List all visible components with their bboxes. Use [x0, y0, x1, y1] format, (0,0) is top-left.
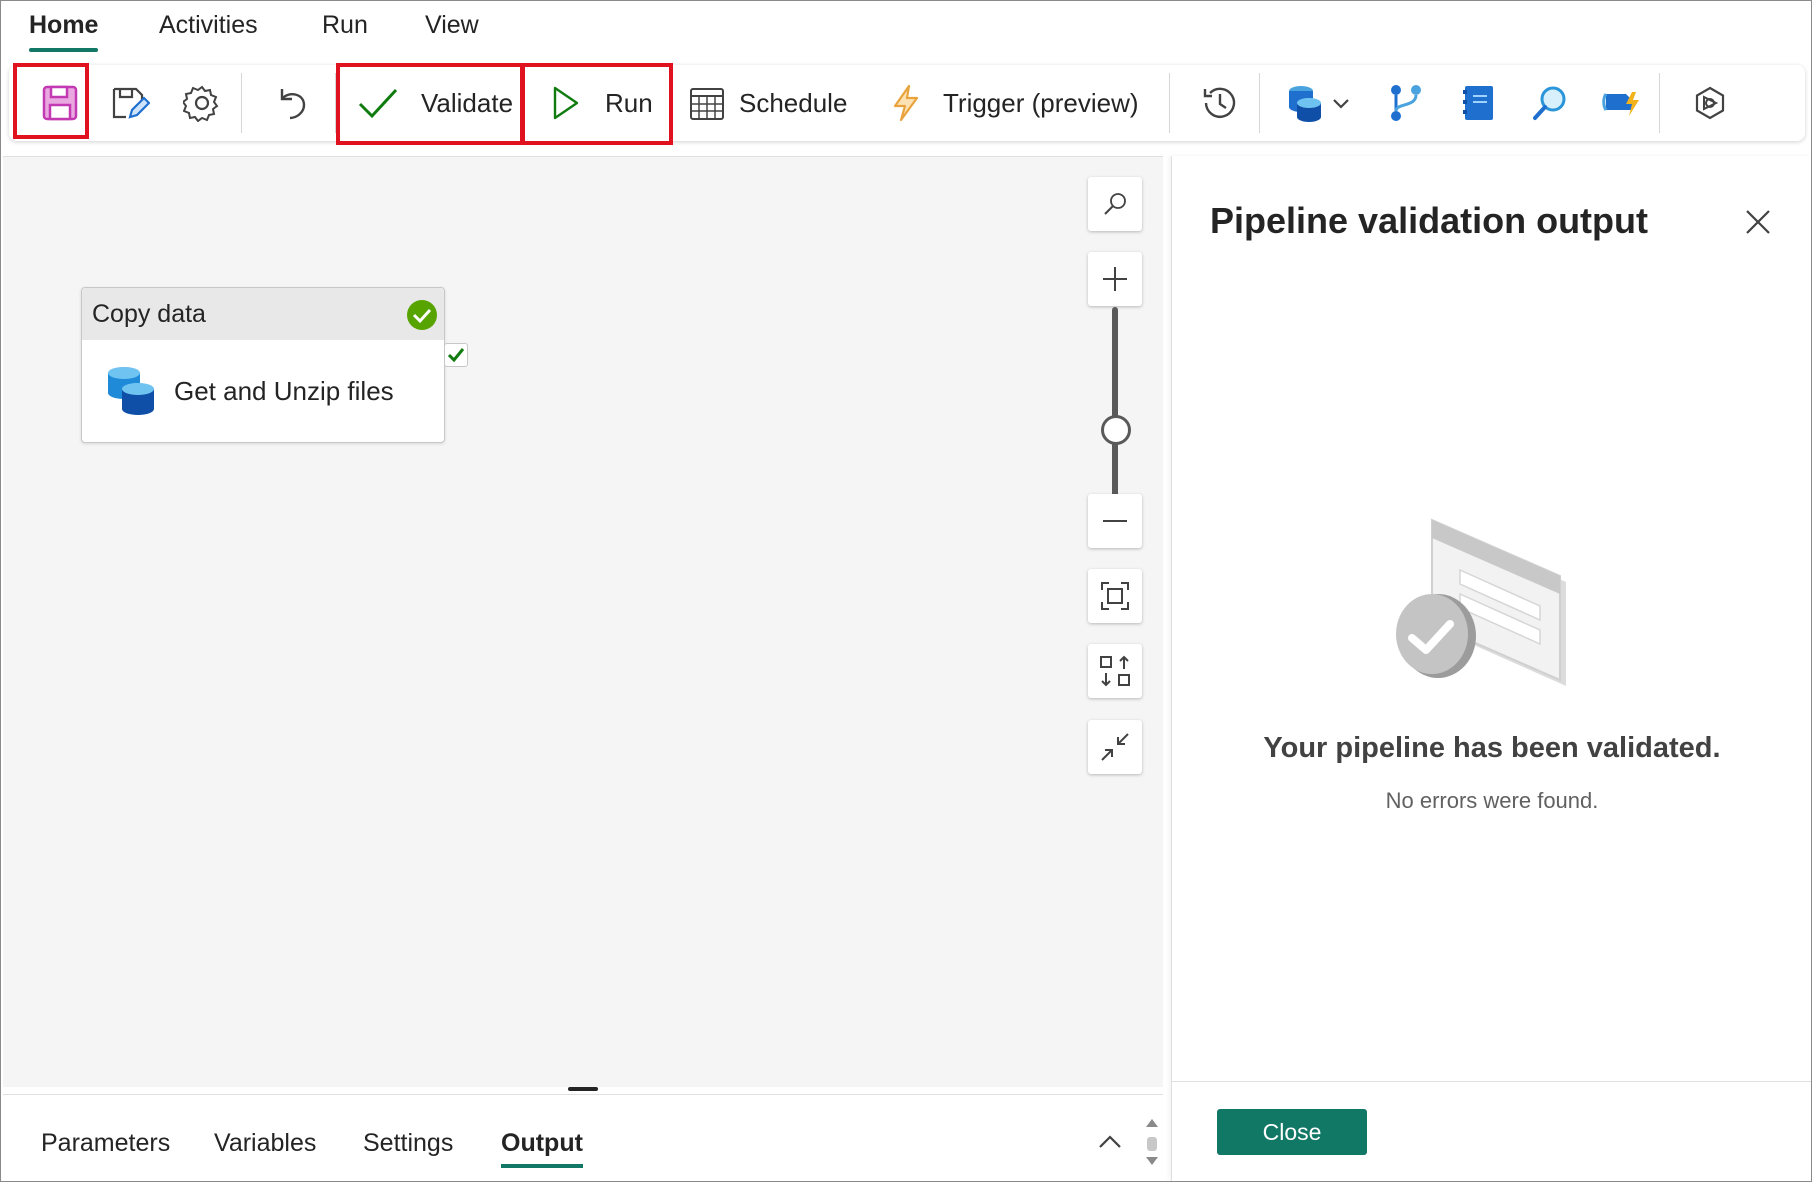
notebook-icon: [1463, 86, 1493, 120]
dataflow-icon: [1602, 92, 1639, 116]
calendar-icon: [690, 88, 724, 120]
validation-output-panel: Pipeline validation output Your pipeline…: [1171, 156, 1811, 1181]
notebook-button[interactable]: [1451, 65, 1505, 141]
close-icon[interactable]: [1744, 208, 1772, 236]
toolbar-separator: [1659, 73, 1660, 133]
history-icon: [1203, 87, 1236, 118]
branch-button[interactable]: [1379, 65, 1433, 141]
copilot-icon: [1695, 86, 1725, 120]
pipeline-canvas[interactable]: Copy data Get and Unzip files: [3, 156, 1163, 1087]
edit-pipeline-icon: [112, 87, 150, 119]
activity-name: Get and Unzip files: [174, 375, 394, 406]
tab-output[interactable]: Output: [501, 1129, 583, 1168]
settings-gear-icon: [183, 85, 219, 122]
schedule-button[interactable]: Schedule: [689, 65, 847, 141]
zoom-in-button[interactable]: [1088, 252, 1142, 306]
validation-message-title: Your pipeline has been validated.: [1263, 732, 1721, 764]
activity-type-label: Copy data: [92, 299, 206, 328]
view-run-history-button[interactable]: [1193, 65, 1247, 141]
close-button[interactable]: Close: [1217, 1109, 1367, 1155]
tab-view[interactable]: View: [425, 11, 479, 40]
lookup-button[interactable]: [1523, 65, 1577, 141]
success-check-icon: [407, 300, 437, 330]
run-highlight-box: [521, 63, 673, 145]
app-window: Home Activities Run View Validate Run Sc…: [0, 0, 1812, 1182]
minimize-button[interactable]: [1088, 720, 1142, 774]
copilot-button[interactable]: [1683, 65, 1737, 141]
on-success-connector[interactable]: [444, 343, 468, 367]
validated-illustration: [1396, 518, 1566, 686]
tab-settings[interactable]: Settings: [363, 1129, 453, 1158]
branch-icon: [1391, 85, 1421, 121]
database-icon: [1289, 86, 1321, 122]
auto-align-button[interactable]: [1088, 644, 1142, 698]
chevron-down-icon: [1333, 99, 1349, 109]
search-icon: [1533, 86, 1566, 120]
activity-body: Get and Unzip files: [82, 340, 444, 442]
plus-icon: [1103, 267, 1127, 291]
tab-run[interactable]: Run: [322, 11, 368, 40]
zoom-to-fit-button[interactable]: [1088, 569, 1142, 623]
settings-button[interactable]: [175, 65, 229, 141]
trigger-label: Trigger (preview): [943, 87, 1139, 118]
fit-to-screen-icon: [1101, 582, 1129, 610]
undo-icon: [280, 89, 306, 120]
copy-data-icon: [108, 367, 154, 415]
tab-home[interactable]: Home: [29, 11, 99, 52]
save-highlight-box: [13, 63, 89, 139]
trigger-button[interactable]: Trigger (preview): [891, 65, 1139, 141]
save-as-button[interactable]: [103, 65, 157, 141]
search-icon: [1104, 193, 1126, 215]
toolbar-separator: [1169, 73, 1170, 133]
tab-variables[interactable]: Variables: [214, 1129, 316, 1158]
tab-parameters[interactable]: Parameters: [41, 1129, 170, 1158]
toolbar-separator: [1259, 73, 1260, 133]
collapse-arrows-icon: [1101, 733, 1129, 761]
zoom-slider-thumb[interactable]: [1101, 415, 1131, 445]
undo-button[interactable]: [265, 65, 319, 141]
menu-tabs: Home Activities Run View: [1, 1, 1811, 57]
activity-header: Copy data: [82, 288, 444, 340]
canvas-search-button[interactable]: [1088, 177, 1142, 231]
chevron-up-icon[interactable]: [1097, 1133, 1123, 1151]
minus-icon: [1103, 520, 1127, 522]
validation-message-subtitle: No errors were found.: [1385, 788, 1599, 813]
panel-scrollbar[interactable]: [1145, 1117, 1159, 1177]
auto-align-icon: [1100, 655, 1130, 687]
dataflow-button[interactable]: [1595, 65, 1649, 141]
add-activity-dropdown[interactable]: [1287, 65, 1351, 141]
resize-handle[interactable]: [568, 1087, 598, 1091]
toolbar-separator: [241, 73, 242, 133]
tab-activities[interactable]: Activities: [159, 11, 258, 40]
bottom-panel-tabs: Parameters Variables Settings Output: [3, 1087, 1163, 1181]
validate-highlight-box: [336, 63, 524, 145]
copy-data-activity[interactable]: Copy data Get and Unzip files: [81, 287, 445, 443]
connector-check-icon: [447, 348, 465, 363]
zoom-slider-track[interactable]: [1112, 307, 1118, 502]
schedule-label: Schedule: [739, 87, 848, 118]
panel-title: Pipeline validation output: [1210, 200, 1649, 241]
lightning-icon: [893, 84, 919, 122]
panel-footer-divider: [1172, 1081, 1811, 1082]
zoom-out-button[interactable]: [1088, 494, 1142, 548]
toolbar: Validate Run Schedule Trigger (preview): [9, 65, 1805, 141]
